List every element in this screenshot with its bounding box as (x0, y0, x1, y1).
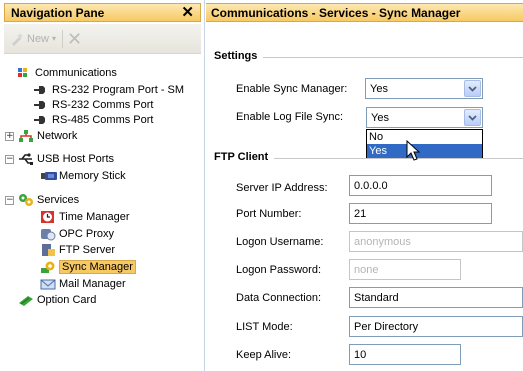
usb-icon (18, 152, 34, 166)
tree-item-label: Services (37, 194, 80, 206)
tree-item-label: Mail Manager (59, 278, 126, 290)
tree-item-label: RS-232 Comms Port (52, 99, 154, 111)
logon-password-value: none (354, 263, 379, 276)
collapse-icon[interactable]: − (5, 155, 14, 164)
navigation-pane-header: Navigation Pane ✕ (4, 3, 201, 22)
server-ip-value: 0.0.0.0 (354, 179, 388, 192)
logon-username-value: anonymous (354, 235, 411, 248)
tree-item-label: Communications (35, 67, 117, 79)
dropdown-option-yes[interactable]: Yes (367, 144, 482, 158)
enable-sync-manager-select[interactable]: Yes (365, 78, 483, 99)
logon-username-label: Logon Username: (236, 236, 324, 248)
list-mode-label: LIST Mode: (236, 321, 293, 333)
tree-item-memory-stick[interactable]: Memory Stick (40, 169, 126, 183)
tree-item-label: RS-232 Program Port - SM (52, 84, 185, 96)
navigation-pane: Navigation Pane ✕ New ▾ ✕ Communications (0, 0, 205, 371)
sync-manager-icon (40, 260, 56, 274)
option-card-icon (18, 293, 34, 307)
tree-item-sync-manager[interactable]: Sync Manager (40, 260, 136, 274)
navigation-toolbar: New ▾ ✕ (4, 24, 201, 54)
tree-item-mail-manager[interactable]: Mail Manager (40, 277, 126, 291)
page-title: Communications - Services - Sync Manager (211, 5, 461, 20)
tree-item-option-card[interactable]: Option Card (18, 293, 96, 307)
tree-item-label: Option Card (37, 294, 97, 306)
navigation-pane-title: Navigation Pane (11, 5, 105, 20)
logon-password-label: Logon Password: (236, 264, 321, 276)
tree-item-label: Network (37, 130, 78, 142)
keep-alive-value: 10 (354, 348, 367, 361)
tree-item-services[interactable]: Services (18, 193, 79, 207)
mail-icon (40, 277, 56, 291)
services-icon (18, 193, 34, 207)
tree-item-opc-proxy[interactable]: OPC Proxy (40, 227, 114, 241)
tree-item-label: Sync Manager (59, 260, 136, 274)
tree-item-label: Time Manager (59, 211, 130, 223)
memory-stick-icon (40, 169, 57, 183)
data-connection-label: Data Connection: (236, 292, 321, 304)
delete-icon[interactable]: ✕ (67, 30, 82, 48)
chevron-down-icon[interactable] (464, 109, 481, 126)
data-connection-value: Standard (354, 291, 399, 304)
communications-icon (16, 66, 32, 80)
tree-item-rs485-comms-port[interactable]: RS-485 Comms Port (33, 113, 153, 127)
data-connection-select[interactable]: Standard (349, 287, 523, 308)
enable-log-file-sync-dropdown: No Yes (366, 129, 483, 159)
tree-item-usb-host-ports[interactable]: USB Host Ports (18, 152, 114, 166)
enable-sync-manager-value: Yes (370, 82, 388, 95)
clock-icon (40, 210, 56, 224)
expand-icon[interactable]: + (5, 132, 14, 141)
opc-proxy-icon (40, 227, 56, 241)
settings-section-title: Settings (214, 50, 264, 62)
tree-item-ftp-server[interactable]: FTP Server (40, 243, 115, 257)
port-icon (33, 83, 49, 97)
toolbar-separator (62, 29, 64, 48)
tree-item-time-manager[interactable]: Time Manager (40, 210, 130, 224)
list-mode-select[interactable]: Per Directory (349, 316, 523, 337)
enable-log-file-sync-label: Enable Log File Sync: (236, 111, 344, 123)
tree-item-label: RS-485 Comms Port (52, 114, 154, 126)
new-button[interactable]: New ▾ (10, 32, 56, 46)
keep-alive-label: Keep Alive: (236, 349, 292, 361)
collapse-icon[interactable]: − (5, 196, 14, 205)
port-icon (33, 98, 49, 112)
tree-item-network[interactable]: Network (18, 129, 77, 143)
main-header: Communications - Services - Sync Manager (206, 3, 523, 22)
tree-item-rs232-program-port[interactable]: RS-232 Program Port - SM (33, 83, 184, 97)
tree-item-label: Memory Stick (59, 170, 126, 182)
network-icon (18, 129, 34, 143)
new-icon (12, 32, 23, 46)
dropdown-option-no[interactable]: No (367, 130, 482, 144)
server-ip-label: Server IP Address: (236, 182, 328, 194)
tree-item-label: FTP Server (59, 244, 116, 256)
enable-sync-manager-label: Enable Sync Manager: (236, 83, 348, 95)
port-icon (33, 113, 49, 127)
keep-alive-input[interactable]: 10 (349, 344, 461, 365)
logon-password-input[interactable]: none (349, 259, 461, 280)
chevron-down-icon[interactable] (464, 80, 481, 97)
tree-item-communications[interactable]: Communications (16, 66, 117, 80)
list-mode-value: Per Directory (354, 320, 419, 333)
server-ip-input[interactable]: 0.0.0.0 (349, 175, 492, 196)
ftp-server-icon (40, 243, 56, 257)
main-panel: Communications - Services - Sync Manager… (206, 0, 523, 371)
logon-username-input[interactable]: anonymous (349, 231, 523, 252)
tree-item-rs232-comms-port[interactable]: RS-232 Comms Port (33, 98, 153, 112)
ftp-client-section-title: FTP Client (214, 151, 275, 163)
port-number-input[interactable]: 21 (349, 203, 492, 224)
tree-item-label: USB Host Ports (37, 153, 115, 165)
chevron-down-icon: ▾ (52, 34, 57, 43)
port-number-value: 21 (354, 207, 367, 220)
port-number-label: Port Number: (236, 208, 302, 220)
mouse-cursor-icon (406, 140, 421, 161)
tree-item-label: OPC Proxy (59, 228, 115, 240)
enable-log-file-sync-value: Yes (371, 111, 389, 124)
new-button-label: New (27, 32, 50, 45)
enable-log-file-sync-select[interactable]: Yes (366, 107, 483, 128)
close-icon[interactable]: ✕ (181, 4, 194, 21)
